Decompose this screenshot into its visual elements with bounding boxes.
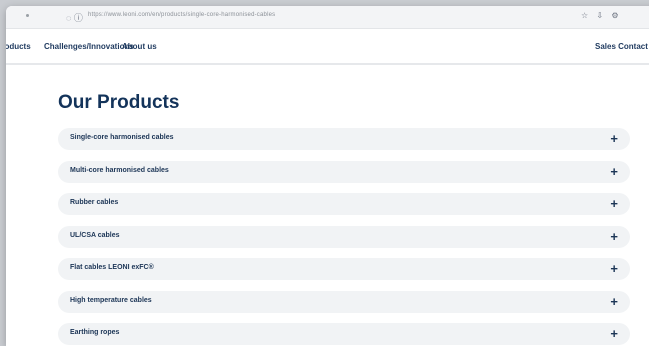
plus-icon[interactable]: + (610, 261, 618, 276)
product-item[interactable]: Rubber cables + (58, 193, 630, 215)
product-label: Rubber cables (70, 199, 119, 206)
plus-icon[interactable]: + (610, 326, 618, 341)
security-icon[interactable]: ◌ ⓘ (66, 11, 83, 24)
product-label: Flat cables LEONI exFC® (70, 264, 154, 271)
page-title: Our Products (58, 92, 180, 113)
product-label: Multi-core harmonised cables (70, 166, 169, 174)
browser-actions-icon[interactable]: ☆ ⇩ ⚙ (581, 11, 622, 20)
plus-icon[interactable]: + (610, 196, 618, 211)
window-control-icon[interactable] (26, 14, 29, 17)
plus-icon[interactable]: + (610, 229, 618, 244)
product-label: Single-core harmonised cables (70, 134, 174, 141)
nav-item-challenges[interactable]: Challenges/Innovations (44, 42, 134, 51)
product-item[interactable]: Earthing ropes + (58, 323, 630, 345)
product-label: Earthing ropes (70, 329, 120, 336)
product-item[interactable]: High temperature cables + (58, 290, 630, 313)
product-item[interactable]: UL/CSA cables + (58, 225, 630, 248)
nav-item-products[interactable]: Products (6, 42, 31, 51)
main-nav: Products Challenges/Innovations About us… (6, 29, 649, 65)
nav-item-sales-contact[interactable]: Sales Contact (595, 42, 648, 51)
product-item[interactable]: Flat cables LEONI exFC® + (58, 258, 630, 280)
address-bar[interactable]: https://www.leoni.com/en/products/single… (88, 12, 275, 18)
plus-icon[interactable]: + (610, 294, 618, 309)
browser-toolbar: ◌ ⓘ https://www.leoni.com/en/products/si… (6, 6, 649, 29)
browser-window: ◌ ⓘ https://www.leoni.com/en/products/si… (6, 6, 649, 346)
product-item[interactable]: Multi-core harmonised cables + (58, 160, 630, 183)
product-item[interactable]: Single-core harmonised cables + (58, 128, 630, 150)
plus-icon[interactable]: + (610, 164, 618, 179)
plus-icon[interactable]: + (610, 131, 618, 146)
product-label: UL/CSA cables (70, 231, 120, 239)
nav-item-about[interactable]: About us (122, 42, 157, 51)
product-list: Single-core harmonised cables + Multi-co… (58, 128, 630, 346)
product-label: High temperature cables (70, 296, 152, 304)
